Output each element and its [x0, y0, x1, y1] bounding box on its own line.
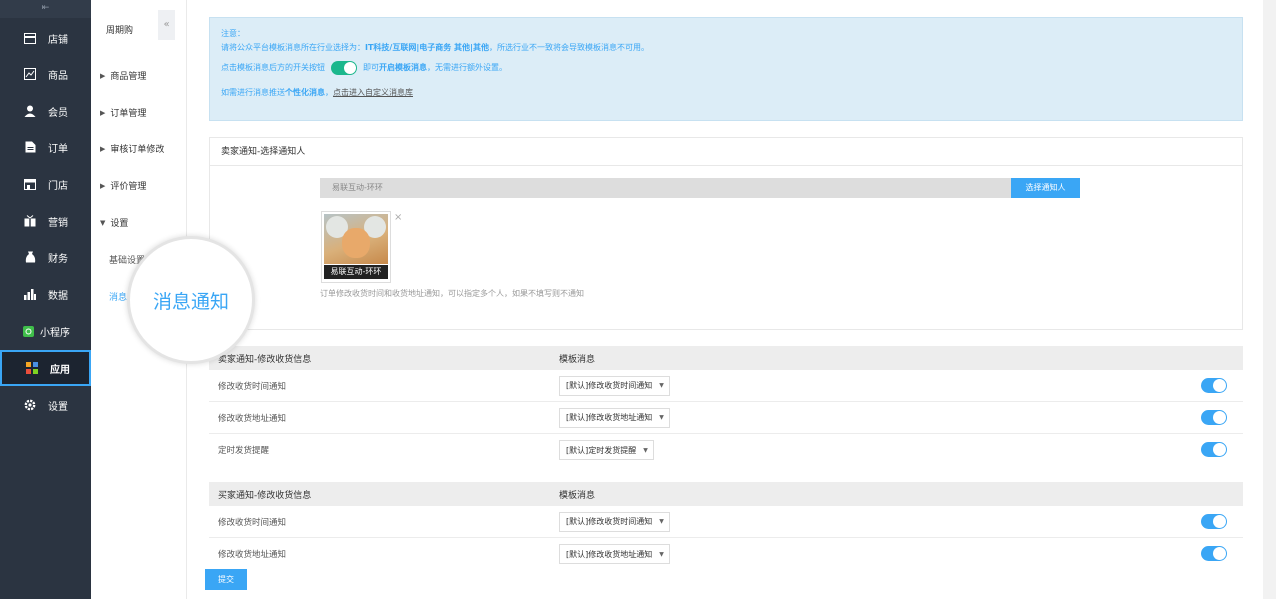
nav-item-store[interactable]: 店铺 [0, 22, 91, 54]
nav-item-shop[interactable]: 门店 [0, 168, 91, 200]
goods-icon [24, 68, 36, 80]
enable-toggle[interactable] [1201, 410, 1227, 425]
table-row: 定时发货提醒 [默认]定时发货提醒 ▼ [209, 434, 1243, 466]
nav-label: 营销 [48, 217, 68, 229]
magnifier-text: 消息通知 [152, 290, 229, 313]
finance-icon [24, 251, 36, 263]
template-select[interactable]: [默认]修改收货地址通知 ▼ [559, 407, 670, 428]
subnav-item-review-orders[interactable]: ▶ 审核订单修改 [100, 142, 164, 156]
nav-label: 会员 [48, 107, 68, 119]
nav-item-marketing[interactable]: 营销 [0, 205, 91, 237]
enable-toggle[interactable] [1201, 378, 1227, 393]
nav-label: 小程序 [40, 327, 70, 339]
table-row: 修改收货地址通知 [默认]修改收货地址通知 ▼ [209, 402, 1243, 434]
template-select[interactable]: [默认]修改收货时间通知 ▼ [559, 375, 670, 396]
subnav-title: 周期购 [106, 26, 134, 36]
buyer-template-table: 买家通知-修改收货信息 模板消息 修改收货时间通知 [默认]修改收货时间通知 ▼ … [209, 482, 1243, 570]
subnav-collapse-icon[interactable]: « [158, 10, 175, 40]
avatar-name: 易联互动-环环 [324, 265, 388, 279]
table-row: 修改收货地址通知 [默认]修改收货地址通知 ▼ [209, 538, 1243, 570]
caret-down-icon: ▼ [100, 218, 106, 227]
notice-toggle-line: 点击模板消息后方的开关按钮 即可 开启模板消息 ，无需进行额外设置。 [221, 60, 1231, 75]
nav-label: 商品 [48, 70, 68, 82]
caret-down-icon: ▼ [659, 518, 664, 525]
table-header: 买家通知-修改收货信息 模板消息 [209, 482, 1243, 506]
caret-down-icon: ▼ [659, 414, 664, 421]
seller-panel-title: 卖家通知-选择通知人 [210, 138, 1242, 166]
nav-item-settings[interactable]: 设置 [0, 389, 91, 421]
nav-label: 门店 [48, 180, 68, 192]
caret-down-icon: ▼ [659, 382, 664, 389]
nav-item-apps[interactable]: 应用 [0, 350, 91, 386]
gear-icon [24, 399, 36, 411]
miniapp-icon [22, 325, 34, 337]
caret-right-icon: ▶ [100, 108, 106, 117]
toggle-switch-icon [331, 60, 357, 75]
nav-label: 订单 [48, 143, 68, 155]
close-icon[interactable]: × [394, 212, 402, 223]
store-icon [24, 32, 36, 44]
template-select[interactable]: [默认]修改收货地址通知 ▼ [559, 544, 670, 564]
chart-icon [24, 288, 36, 300]
main-content: 注意： 请将公众平台模板消息所在行业选择为：IT科技/互联网|电子商务 其他|其… [187, 0, 1263, 599]
enable-toggle[interactable] [1201, 546, 1227, 561]
nav-item-order[interactable]: 订单 [0, 131, 91, 163]
caret-down-icon: ▼ [659, 550, 664, 558]
table-row: 修改收货时间通知 [默认]修改收货时间通知 ▼ [209, 506, 1243, 538]
caret-down-icon: ▼ [643, 446, 648, 454]
notice-title: 注意： [221, 29, 245, 38]
shop-icon [24, 178, 36, 190]
nav-item-finance[interactable]: 财务 [0, 241, 91, 273]
notice-box: 注意： 请将公众平台模板消息所在行业选择为：IT科技/互联网|电子商务 其他|其… [209, 17, 1243, 121]
notify-person-input[interactable]: 易联互动-环环 [320, 178, 1011, 198]
subnav-item-goods[interactable]: ▶ 商品管理 [100, 69, 146, 83]
table-row: 修改收货时间通知 [默认]修改收货时间通知 ▼ [209, 370, 1243, 402]
seller-help-text: 订单修改收货时间和收货地址通知，可以指定多个人，如果不填写则不通知 [320, 289, 584, 298]
nav-label: 数据 [48, 290, 68, 302]
apps-icon [26, 362, 38, 374]
template-select[interactable]: [默认]修改收货时间通知 ▼ [559, 511, 670, 532]
nav-item-data[interactable]: 数据 [0, 278, 91, 310]
custom-message-link[interactable]: 点击进入自定义消息库 [333, 88, 413, 97]
caret-right-icon: ▶ [100, 181, 106, 190]
table-header: 卖家通知-修改收货信息 模板消息 [209, 346, 1243, 370]
notice-custom: 如需进行消息推送个性化消息，点击进入自定义消息库 [221, 87, 413, 97]
nav-item-member[interactable]: 会员 [0, 95, 91, 127]
order-icon [24, 141, 36, 153]
template-select[interactable]: [默认]定时发货提醒 ▼ [559, 440, 654, 460]
magnifier-callout: 消息通知 [127, 236, 255, 364]
subnav-item-reviews[interactable]: ▶ 评价管理 [100, 179, 146, 193]
nav-item-goods[interactable]: 商品 [0, 58, 91, 90]
caret-right-icon: ▶ [100, 71, 106, 80]
nav-collapse-icon[interactable]: ⇤ [0, 0, 91, 18]
caret-right-icon: ▶ [100, 144, 106, 153]
avatar [324, 214, 388, 264]
enable-toggle[interactable] [1201, 514, 1227, 529]
notifier-card: 易联互动-环环 [321, 211, 391, 283]
nav-label: 店铺 [48, 34, 68, 46]
member-icon [24, 105, 36, 117]
main-nav: ⇤ 店铺 商品 会员 订单 门店 营销 财务 数据 小程序 应用 设置 [0, 0, 91, 599]
enable-toggle[interactable] [1201, 442, 1227, 457]
nav-label: 财务 [48, 253, 68, 265]
subnav-item-settings[interactable]: ▼ 设置 [100, 216, 128, 230]
submit-button[interactable]: 提交 [205, 569, 247, 590]
seller-template-table: 卖家通知-修改收货信息 模板消息 修改收货时间通知 [默认]修改收货时间通知 ▼ … [209, 346, 1243, 466]
select-notifier-button[interactable]: 选择通知人 [1011, 178, 1080, 198]
marketing-icon [24, 215, 36, 227]
subnav-leaf-message[interactable]: 消息 [109, 290, 127, 303]
nav-label: 应用 [50, 364, 70, 376]
seller-notify-panel: 卖家通知-选择通知人 易联互动-环环 选择通知人 易联互动-环环 × 订单修改收… [209, 137, 1243, 330]
nav-label: 设置 [48, 401, 68, 413]
notice-industry: 请将公众平台模板消息所在行业选择为：IT科技/互联网|电子商务 其他|其他，所选… [221, 43, 649, 53]
subnav-item-orders[interactable]: ▶ 订单管理 [100, 106, 146, 120]
nav-item-miniapp[interactable]: 小程序 [0, 315, 91, 347]
